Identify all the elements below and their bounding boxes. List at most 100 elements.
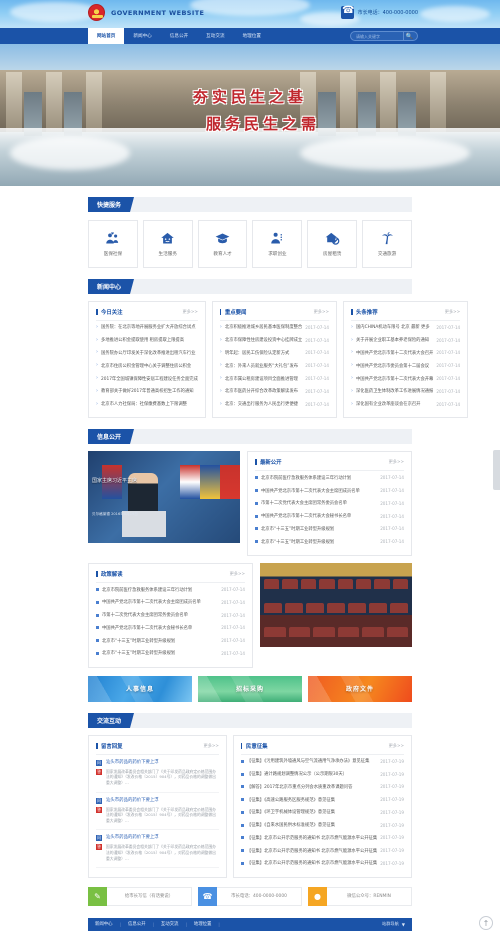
list-item[interactable]: › 北京市保障性住房建设投资中心挂牌成立 2017-07-14	[220, 334, 329, 347]
qa-question-line[interactable]: 问汕头市药品的药价下要上浮	[96, 835, 219, 842]
quick-service-item-5[interactable]: 交通旅游	[362, 220, 412, 268]
list-item[interactable]: 北京市院前医疗急救服务体系建设三年行动计划 2017-07-14	[96, 583, 245, 596]
list-item-title[interactable]: 中国共产党北京市第十二次代表大会主席团成员名单	[261, 488, 377, 494]
list-item[interactable]: 【解答】2017年北京市重点分列会水质重改革课题问答 2017-07-19	[240, 780, 404, 793]
list-item[interactable]: 北京市院前医疗急救服务体系建设三年行动计划 2017-07-14	[255, 471, 404, 484]
list-item[interactable]: › 多地推进公积金提取使用 租房提取上限提高	[96, 334, 198, 347]
list-item[interactable]: 北京市“十三五”时期工业转型升级规划 2017-07-14	[96, 634, 245, 647]
hero-banner[interactable]: 夯实民生之基 服务民生之需	[0, 44, 500, 186]
list-item[interactable]: › 北京市人力社保局：社保缴费基数上下限调整	[96, 398, 198, 411]
list-item[interactable]: › 国内CHINA机动车限号 北京 最新 更多 2017-07-14	[351, 321, 460, 334]
quick-service-item-3[interactable]: 求职创业	[252, 220, 303, 268]
list-item-title[interactable]: 深化国有企业改革座谈会在京召开	[356, 401, 433, 407]
footer-site-group-select[interactable]: 站群导航 ▼	[382, 921, 405, 927]
banner-documents[interactable]: 政府文件	[308, 675, 412, 702]
footer-nav-item-2[interactable]: 互动交流	[161, 921, 179, 927]
list-item[interactable]: 北京市“十三五”时期工业转型升级规划 2017-07-14	[96, 647, 245, 660]
list-item-title[interactable]: 北京市“十三五”时期工业转型升级规划	[261, 539, 377, 545]
list-item[interactable]: › 北京市医药分开综合改革政策解读发布 2017-07-14	[220, 385, 329, 398]
list-item-title[interactable]: 2017年全国城镇保障性安居工程建设任务全面完成	[101, 376, 198, 382]
list-item[interactable]: › 关于开展企业职工基本养老保险的通知 2017-07-14	[351, 334, 460, 347]
list-item[interactable]: › 中国共产党北京市委员会第十二届会议 2017-07-14	[351, 359, 460, 372]
footer-nav-item-0[interactable]: 新闻中心	[95, 921, 113, 927]
list-item[interactable]: 北京市“十三五”时期工业转型升级规划 2017-07-14	[255, 523, 404, 536]
list-item[interactable]: › 2017年全国城镇保障性安居工程建设任务全面完成	[96, 372, 198, 385]
list-item-title[interactable]: 【征集】通计路规划调整情况公示（公示期限30天）	[247, 771, 377, 777]
list-item[interactable]: 中国共产党北京市第十二次代表大会秘书长名单 2017-07-14	[96, 622, 245, 635]
list-item-title[interactable]: 中国共产党北京市委员会第十二届会议	[356, 363, 433, 369]
banner-personnel[interactable]: 人事信息	[88, 675, 192, 702]
list-item[interactable]: 中国共产党北京市第十二次代表大会主席团成员名单 2017-07-14	[255, 484, 404, 497]
qa-item-2[interactable]: 问汕头市药品的药价下要上浮答国家发展改革委员会相关部门了《关于印发药品政府定价格…	[96, 830, 219, 869]
list-item-title[interactable]: 国内CHINA机动车限号 北京 最新 更多	[356, 324, 433, 330]
list-item-title[interactable]: 【征集】北京市公开示范服务的通知书 北京市燃气能源水平公开征集	[247, 835, 377, 841]
list-item-title[interactable]: 中国共产党北京市第十二次代表大会开幕	[356, 376, 433, 382]
more-link[interactable]: 更多>>	[389, 459, 404, 465]
more-link[interactable]: 更多>>	[182, 309, 197, 315]
qa-item-0[interactable]: 问汕头市药品的药价下要上浮答国家发展改革委员会相关部门了《关于印发药品政府定价格…	[96, 755, 219, 793]
list-item[interactable]: 【征集】通计路规划调整情况公示（公示期限30天） 2017-07-19	[240, 768, 404, 781]
list-item-title[interactable]: 【征集】北京市公开示范服务的通知书 北京市燃气能源水平公开征集	[247, 860, 377, 866]
list-item[interactable]: › 中国共产党北京市第十二次代表大会召开 2017-07-14	[351, 347, 460, 360]
list-item[interactable]: 【征集】《高速公路服务区服务规范》意见征集 2017-07-19	[240, 793, 404, 806]
more-link[interactable]: 更多>>	[314, 309, 329, 315]
more-link[interactable]: 更多>>	[445, 309, 460, 315]
list-item-title[interactable]: 【征集】《污用建筑外墙通风与空气流通用气净承办法》意见征集	[247, 758, 377, 764]
list-item[interactable]: › 深化国有企业改革座谈会在京召开 2017-07-14	[351, 398, 460, 411]
more-link[interactable]: 更多>>	[204, 743, 219, 749]
list-item-title[interactable]: 北京市人力社保局：社保缴费基数上下限调整	[101, 401, 198, 407]
list-item[interactable]: › 北京：外来人员就业服务“大礼包”发布 2017-07-14	[220, 359, 329, 372]
list-item[interactable]: › 北京：交通出行服务为人民出行更便捷 2017-07-14	[220, 398, 329, 411]
search-box[interactable]: 🔍	[350, 31, 418, 41]
nav-item-2[interactable]: 信息公开	[161, 28, 197, 44]
list-item[interactable]: 市第十二次党代表大会主席团常务委员会名单 2017-07-14	[255, 497, 404, 510]
back-to-top-button[interactable]: ↑	[479, 916, 493, 930]
list-item-title[interactable]: 【征集】北京市公开示范服务的通知书 北京市燃气能源水平公开征集	[247, 848, 377, 854]
list-item[interactable]: 中国共产党北京市第十二次代表大会秘书长名单 2017-07-14	[255, 510, 404, 523]
list-item[interactable]: › 北京积极推进城乡居民基本医保制度整合 2017-07-14	[220, 321, 329, 334]
list-item-title[interactable]: 中国共产党北京市第十二次代表大会秘书长名单	[102, 625, 218, 631]
nav-item-0[interactable]: 网站首页	[88, 28, 125, 44]
list-item-title[interactable]: 教育部关于做好2017年普通高校招生工作的通知	[101, 388, 198, 394]
quick-service-item-1[interactable]: 生活服务	[142, 220, 193, 268]
side-collapse-tab[interactable]	[493, 450, 500, 490]
list-item-title[interactable]: 北京积极推进城乡居民基本医保制度整合	[225, 324, 302, 330]
list-item[interactable]: 【征集】北京市公开示范服务的通知书 北京市燃气能源水平公开征集 2017-07-1…	[240, 832, 404, 845]
list-item[interactable]: 【征集】《环卫字机械体设管理规范》意见征集 2017-07-19	[240, 806, 404, 819]
leader-speech-photo[interactable]: 国家主席习近平主席 贝尔格莱德 2016年6月19日	[88, 451, 240, 544]
list-item[interactable]: › 国务院：在北京等地开展服务业扩大开放综合试点	[96, 321, 198, 334]
list-item-title[interactable]: 【解答】2017年北京市重点分列会水质重改革课题问答	[247, 784, 377, 790]
more-link[interactable]: 更多>>	[230, 571, 245, 577]
list-item[interactable]: 北京市“十三五”时期工业转型升级规划 2017-07-14	[255, 535, 404, 548]
footer-nav-item-3[interactable]: 地理位置	[194, 921, 212, 927]
list-item-title[interactable]: 北京市院前医疗急救服务体系建设三年行动计划	[102, 587, 218, 593]
list-item[interactable]: 市第十二次党代表大会主席团常务委员会名单 2017-07-14	[96, 609, 245, 622]
list-item-title[interactable]: 北京市医药分开综合改革政策解读发布	[225, 388, 302, 394]
list-item-title[interactable]: 中国共产党北京市第十二次代表大会召开	[356, 350, 433, 356]
footer-nav-item-1[interactable]: 信息公开	[128, 921, 146, 927]
list-item-title[interactable]: 多地推进公积金提取使用 租房提取上限提高	[101, 337, 198, 343]
quick-service-item-4[interactable]: 房屋租赁	[307, 220, 358, 268]
list-item-title[interactable]: 【征集】《自来水国民供水标准规范》意见征集	[247, 822, 377, 828]
nav-item-3[interactable]: 互动交流	[197, 28, 233, 44]
qa-question-line[interactable]: 问汕头市药品的药价下要上浮	[96, 759, 219, 766]
banner-procurement[interactable]: 招标采购	[198, 675, 302, 702]
list-item[interactable]: › 深化医药卫生体制改革工作进展情况通报 2017-07-14	[351, 385, 460, 398]
more-link[interactable]: 更多>>	[389, 743, 404, 749]
qa-item-1[interactable]: 问汕头市药品的药价下要上浮答国家发展改革委员会相关部门了《关于印发药品政府定价格…	[96, 793, 219, 831]
list-item-title[interactable]: 深化医药卫生体制改革工作进展情况通报	[356, 388, 433, 394]
list-item[interactable]: › 北京市属公租房建设项目全面推进管理 2017-07-14	[220, 372, 329, 385]
list-item-title[interactable]: 北京市“十三五”时期工业转型升级规划	[102, 638, 218, 644]
list-item-title[interactable]: 市第十二次党代表大会主席团常务委员会名单	[261, 500, 377, 506]
list-item-title[interactable]: 【征集】《高速公路服务区服务规范》意见征集	[247, 797, 377, 803]
list-item-title[interactable]: 北京市院前医疗急救服务体系建设三年行动计划	[261, 475, 377, 481]
list-item-title[interactable]: 北京市属公租房建设项目全面推进管理	[225, 376, 302, 382]
list-item-title[interactable]: 中国共产党北京市第十二次代表大会秘书长名单	[261, 513, 377, 519]
quick-service-item-0[interactable]: 医保社保	[88, 220, 138, 268]
list-item-title[interactable]: 中国共产党北京市第十二次代表大会主席团成员名单	[102, 599, 218, 605]
list-item-title[interactable]: 北京市“十三五”时期工业转型升级规划	[261, 526, 377, 532]
qa-question-line[interactable]: 问汕头市药品的药价下要上浮	[96, 797, 219, 804]
list-item[interactable]: 【征集】《污用建筑外墙通风与空气流通用气净承办法》意见征集 2017-07-19	[240, 755, 404, 768]
quick-service-item-2[interactable]: 教育人才	[197, 220, 248, 268]
list-item[interactable]: › 国务院办公厅印发关于深化改革推进出租汽车行业	[96, 347, 198, 360]
